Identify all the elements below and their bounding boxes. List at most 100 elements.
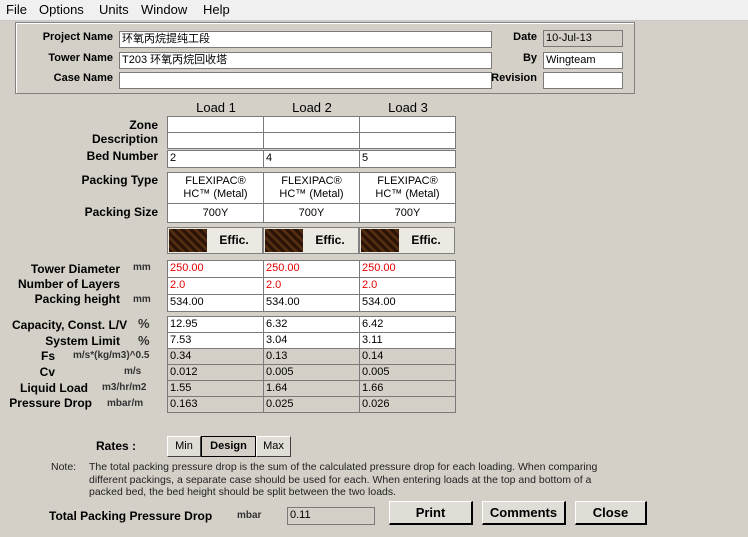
- packing-height-unit: mm: [133, 294, 151, 305]
- note-line-1: The total packing pressure drop is the s…: [89, 461, 598, 473]
- packing-type-2-line1: FLEXIPAC®: [281, 175, 342, 187]
- cv-label: Cv: [39, 365, 55, 379]
- tower-diameter-cell-2[interactable]: 250.00: [263, 260, 360, 278]
- tower-diameter-cell-3[interactable]: 250.00: [359, 260, 456, 278]
- date-label: Date: [513, 31, 537, 43]
- tower-name-field[interactable]: T203 环氧丙烷回收塔: [119, 52, 492, 69]
- zone-cell-3[interactable]: [359, 116, 456, 133]
- zone-label: Zone: [129, 118, 158, 132]
- fs-label: Fs: [40, 349, 55, 363]
- cv-cell-3: 0.005: [359, 364, 456, 381]
- menu-bar: File Options Units Window Help: [0, 0, 748, 21]
- pressure-drop-cell-3: 0.026: [359, 396, 456, 413]
- tower-diameter-cell-1[interactable]: 250.00: [167, 260, 264, 278]
- number-of-layers-cell-1[interactable]: 2.0: [167, 277, 264, 295]
- number-of-layers-cell-3[interactable]: 2.0: [359, 277, 456, 295]
- pressure-drop-cell-1: 0.163: [167, 396, 264, 413]
- load-3-header: Load 3: [388, 100, 428, 115]
- liquid-load-cell-3: 1.66: [359, 380, 456, 397]
- rate-design-button[interactable]: Design: [201, 436, 256, 457]
- cv-unit: m/s: [124, 366, 142, 377]
- bed-number-cell-1[interactable]: 2: [167, 150, 264, 168]
- description-cell-1[interactable]: [167, 132, 264, 149]
- system-limit-cell-3: 3.11: [359, 332, 456, 349]
- packing-image-icon: [265, 229, 303, 252]
- menu-window[interactable]: Window: [141, 2, 187, 17]
- revision-label: Revision: [491, 72, 537, 84]
- print-button[interactable]: Print: [389, 501, 473, 525]
- tower-diameter-unit: mm: [133, 262, 151, 273]
- packing-image-icon: [361, 229, 399, 252]
- packing-type-cell-3[interactable]: FLEXIPAC® HC™ (Metal): [359, 172, 456, 204]
- load-2-header: Load 2: [292, 100, 332, 115]
- load-1-header: Load 1: [196, 100, 236, 115]
- packing-type-cell-1[interactable]: FLEXIPAC® HC™ (Metal): [167, 172, 264, 204]
- effic-button-1[interactable]: Effic.: [167, 227, 263, 254]
- packing-size-label: Packing Size: [84, 205, 158, 219]
- cv-cell-1: 0.012: [167, 364, 264, 381]
- zone-cell-2[interactable]: [263, 116, 360, 133]
- by-field[interactable]: Wingteam: [543, 52, 623, 69]
- effic-button-2[interactable]: Effic.: [263, 227, 359, 254]
- effic-label-1: Effic.: [219, 233, 249, 247]
- fs-cell-1: 0.34: [167, 348, 264, 365]
- liquid-load-unit: m3/hr/m2: [102, 382, 147, 393]
- note-line-2: different packings, a separate case shou…: [89, 473, 592, 486]
- date-field: 10-Jul-13: [543, 30, 623, 47]
- zone-cell-1[interactable]: [167, 116, 264, 133]
- packing-type-cell-2[interactable]: FLEXIPAC® HC™ (Metal): [263, 172, 360, 204]
- bed-number-cell-2[interactable]: 4: [263, 150, 360, 168]
- fs-cell-2: 0.13: [263, 348, 360, 365]
- number-of-layers-cell-2[interactable]: 2.0: [263, 277, 360, 295]
- system-limit-cell-1: 7.53: [167, 332, 264, 349]
- effic-label-3: Effic.: [411, 233, 441, 247]
- close-button[interactable]: Close: [575, 501, 647, 525]
- fs-unit: m/s*(kg/m3)^0.5: [73, 350, 150, 361]
- capacity-unit: %: [138, 316, 150, 331]
- tower-diameter-label: Tower Diameter: [30, 262, 120, 276]
- capacity-cell-1: 12.95: [167, 316, 264, 333]
- case-name-label: Case Name: [53, 72, 113, 84]
- rate-min-button[interactable]: Min: [167, 436, 201, 457]
- note-label: Note:: [51, 461, 77, 473]
- by-label: By: [522, 52, 537, 64]
- bed-number-label: Bed Number: [86, 149, 158, 163]
- packing-type-3-line1: FLEXIPAC®: [377, 175, 438, 187]
- liquid-load-cell-2: 1.64: [263, 380, 360, 397]
- packing-height-cell-1[interactable]: 534.00: [167, 294, 264, 312]
- project-name-field[interactable]: 环氧丙烷提纯工段: [119, 31, 492, 48]
- rate-max-button[interactable]: Max: [256, 436, 291, 457]
- pressure-drop-label: Pressure Drop: [9, 396, 92, 410]
- note-text: The total packing pressure drop is the s…: [89, 461, 649, 499]
- total-pressure-drop-label: Total Packing Pressure Drop: [49, 509, 213, 523]
- description-cell-3[interactable]: [359, 132, 456, 149]
- packing-size-cell-3[interactable]: 700Y: [359, 203, 456, 223]
- cv-cell-2: 0.005: [263, 364, 360, 381]
- packing-height-cell-3[interactable]: 534.00: [359, 294, 456, 312]
- description-cell-2[interactable]: [263, 132, 360, 149]
- packing-height-cell-2[interactable]: 534.00: [263, 294, 360, 312]
- capacity-cell-3: 6.42: [359, 316, 456, 333]
- packing-type-1-line2: HC™ (Metal): [183, 188, 248, 200]
- case-name-field[interactable]: [119, 72, 492, 89]
- system-limit-cell-2: 3.04: [263, 332, 360, 349]
- menu-file[interactable]: File: [6, 2, 27, 17]
- bed-number-cell-3[interactable]: 5: [359, 150, 456, 168]
- total-pressure-drop-unit: mbar: [237, 510, 262, 521]
- menu-help[interactable]: Help: [203, 2, 230, 17]
- packing-type-2-line2: HC™ (Metal): [279, 188, 344, 200]
- revision-field[interactable]: [543, 72, 623, 89]
- comments-button[interactable]: Comments: [482, 501, 566, 525]
- pressure-drop-cell-2: 0.025: [263, 396, 360, 413]
- effic-button-3[interactable]: Effic.: [359, 227, 455, 254]
- number-of-layers-label: Number of Layers: [17, 277, 120, 291]
- packing-height-label: Packing height: [34, 292, 120, 306]
- packing-size-cell-2[interactable]: 700Y: [263, 203, 360, 223]
- liquid-load-label: Liquid Load: [20, 381, 88, 395]
- menu-options[interactable]: Options: [39, 2, 84, 17]
- fs-cell-3: 0.14: [359, 348, 456, 365]
- packing-type-1-line1: FLEXIPAC®: [185, 175, 246, 187]
- system-limit-label: System Limit: [45, 334, 120, 348]
- packing-size-cell-1[interactable]: 700Y: [167, 203, 264, 223]
- menu-units[interactable]: Units: [99, 2, 129, 17]
